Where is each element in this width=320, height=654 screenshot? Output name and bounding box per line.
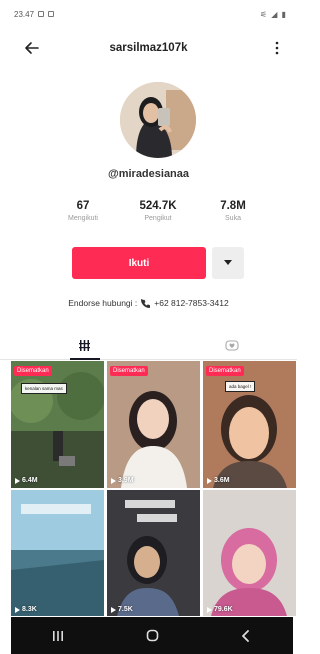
video-caption: kenalan sama mas	[21, 383, 67, 395]
vertical-dots-icon	[275, 41, 279, 55]
video-caption: ada bagel !	[225, 381, 256, 393]
stat-followers[interactable]: 524.7K Pengikut	[128, 200, 188, 222]
profile-tabs	[0, 330, 297, 360]
tab-liked[interactable]	[158, 330, 306, 360]
video-tile[interactable]: Disematkan 3.9M	[107, 361, 200, 488]
stat-following-label: Mengikuti	[68, 215, 98, 222]
status-right-icons: ⚟ ◢ ▮	[259, 9, 287, 19]
stat-following-value: 67	[76, 200, 90, 212]
video-grid: Disematkan kenalan sama mas 6.4M Disemat…	[11, 361, 296, 617]
follow-button[interactable]: Ikuti	[72, 247, 206, 279]
stat-likes-label: Suka	[225, 215, 241, 222]
pinned-badge: Disematkan	[110, 366, 148, 376]
stat-followers-label: Pengikut	[144, 215, 172, 222]
play-icon	[111, 606, 116, 613]
video-views: 6.4M	[15, 477, 38, 484]
home-button[interactable]	[132, 621, 172, 651]
avatar-image	[120, 82, 196, 158]
suggested-accounts-button[interactable]	[212, 247, 244, 279]
status-time: 23.47	[14, 9, 35, 19]
pinned-badge: Disematkan	[206, 366, 244, 376]
video-thumbnail	[107, 361, 200, 488]
recent-apps-icon	[53, 630, 63, 641]
play-icon	[111, 477, 116, 484]
tab-videos[interactable]	[10, 330, 158, 360]
phone-icon	[141, 298, 151, 308]
video-views: 3.9M	[111, 477, 134, 484]
stat-following[interactable]: 67 Mengikuti	[58, 200, 108, 222]
home-icon	[146, 629, 158, 642]
view-count: 7.5K	[118, 606, 133, 613]
video-views: 7.5K	[111, 606, 133, 613]
video-views: 79.6K	[207, 606, 233, 613]
video-tile[interactable]: Disematkan kenalan sama mas 6.4M	[11, 361, 104, 488]
video-views: 8.3K	[15, 606, 37, 613]
view-count: 8.3K	[22, 606, 37, 613]
video-thumbnail	[11, 490, 104, 616]
play-icon	[15, 477, 20, 484]
profile-header: sarsilmaz107k	[0, 32, 297, 64]
view-count: 3.9M	[118, 477, 134, 484]
status-left: 23.47	[14, 9, 55, 19]
avatar[interactable]	[120, 82, 196, 158]
play-icon	[15, 606, 20, 613]
page-title: sarsilmaz107k	[109, 42, 188, 54]
nav-back-button[interactable]	[226, 621, 266, 651]
video-views: 3.6M	[207, 477, 230, 484]
stat-likes-value: 7.8M	[220, 200, 246, 212]
stat-followers-value: 524.7K	[139, 200, 177, 212]
grid-icon	[78, 339, 90, 351]
view-count: 6.4M	[22, 477, 38, 484]
gallery-icon	[38, 11, 45, 17]
bio-contact: Endorse hubungi : +62 812-7853-3412	[0, 298, 297, 308]
liked-icon	[225, 339, 239, 351]
video-thumbnail	[11, 361, 104, 488]
endorse-label: Endorse hubungi :	[68, 298, 138, 308]
video-tile[interactable]: 8.3K	[11, 490, 104, 617]
pinned-badge: Disematkan	[14, 366, 52, 376]
recent-apps-button[interactable]	[38, 621, 78, 651]
view-count: 3.6M	[214, 477, 230, 484]
play-icon	[207, 477, 212, 484]
back-icon	[242, 629, 249, 642]
video-tile[interactable]: 79.6K	[203, 490, 296, 617]
more-options-button[interactable]	[267, 38, 287, 58]
video-thumbnail	[107, 490, 200, 616]
caret-down-icon	[224, 260, 232, 265]
system-nav-bar	[11, 617, 293, 654]
profile-stats: 67 Mengikuti 524.7K Pengikut 7.8M Suka	[58, 200, 258, 234]
video-tile[interactable]: Disematkan ada bagel ! 3.6M	[203, 361, 296, 488]
status-bar: 23.47 ⚟ ◢ ▮	[0, 0, 297, 28]
status-right: ⚟ ◢ ▮	[260, 10, 287, 19]
play-icon	[207, 606, 212, 613]
stat-likes[interactable]: 7.8M Suka	[208, 200, 258, 222]
profile-handle: @miradesianaa	[107, 168, 190, 180]
notification-icon	[48, 11, 55, 17]
arrow-left-icon	[25, 42, 39, 54]
back-button[interactable]	[22, 38, 42, 58]
view-count: 79.6K	[214, 606, 233, 613]
video-tile[interactable]: 7.5K	[107, 490, 200, 617]
video-thumbnail	[203, 490, 296, 616]
active-tab-indicator	[70, 358, 100, 360]
endorse-phone[interactable]: +62 812-7853-3412	[154, 298, 228, 308]
